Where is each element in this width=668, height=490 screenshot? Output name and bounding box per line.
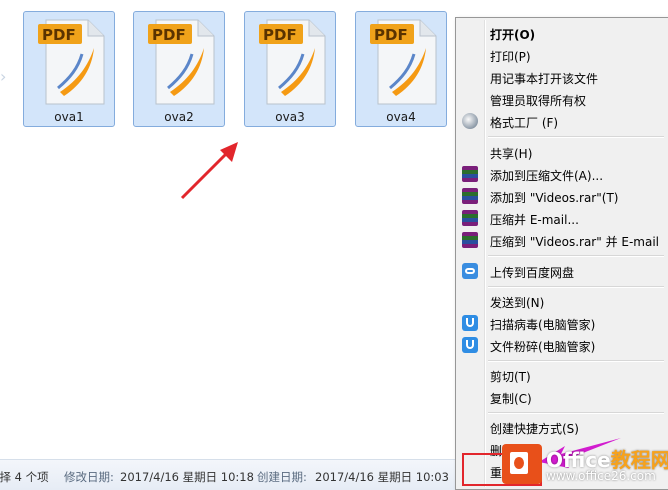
menu-item-label: 发送到(N) [490, 296, 545, 310]
menu-item-label: 打开(O) [490, 28, 536, 42]
menu-item-label: 格式工厂 (F) [490, 116, 559, 130]
menu-separator [488, 255, 664, 257]
menu-item-baidu-upload[interactable]: 上传到百度网盘 [458, 260, 666, 282]
pc-manager-icon [462, 337, 478, 353]
annotation-arrow-icon [180, 142, 238, 200]
context-menu: 打开(O) 打印(P) 用记事本打开该文件 管理员取得所有权 格式工厂 (F) … [455, 17, 668, 490]
file-item-ova2[interactable]: PDF ova2 [133, 11, 225, 127]
pdf-badge: PDF [263, 26, 297, 44]
menu-item-label: 添加到 "Videos.rar"(T) [490, 191, 619, 205]
menu-item-compress-email[interactable]: 压缩并 E-mail... [458, 207, 666, 229]
menu-item-label: 压缩并 E-mail... [490, 213, 579, 227]
pdf-file-icon: PDF [370, 19, 437, 105]
menu-separator [488, 286, 664, 288]
modified-date-label: 修改日期: [64, 470, 114, 484]
pdf-file-icon: PDF [38, 19, 105, 105]
baidu-netdisk-icon [462, 263, 478, 279]
menu-item-add-archive[interactable]: 添加到压缩文件(A)... [458, 163, 666, 185]
pdf-badge: PDF [152, 26, 186, 44]
menu-item-label: 打印(P) [490, 50, 531, 64]
menu-item-label: 创建快捷方式(S) [490, 422, 579, 436]
menu-item-label: 剪切(T) [490, 370, 531, 384]
menu-item-label: 复制(C) [490, 392, 532, 406]
file-item-ova4[interactable]: PDF ova4 [355, 11, 447, 127]
file-name: ova3 [275, 110, 305, 124]
menu-item-share[interactable]: 共享(H) [458, 141, 666, 163]
menu-item-label: 添加到压缩文件(A)... [490, 169, 604, 183]
selection-count: 选择 4 个项 [0, 470, 49, 484]
menu-item-add-to-videos-rar[interactable]: 添加到 "Videos.rar"(T) [458, 185, 666, 207]
winrar-icon [462, 210, 478, 226]
menu-item-scan-virus[interactable]: 扫描病毒(电脑管家) [458, 312, 666, 334]
pdf-badge: PDF [374, 26, 408, 44]
menu-item-cut[interactable]: 剪切(T) [458, 364, 666, 386]
menu-item-compress-videos-email[interactable]: 压缩到 "Videos.rar" 并 E-mail [458, 229, 666, 251]
pc-manager-icon [462, 315, 478, 331]
menu-item-send-to[interactable]: 发送到(N) [458, 290, 666, 312]
file-item-ova1[interactable]: PDF ova1 [23, 11, 115, 127]
created-date-value: 2017/4/16 星期日 10:03 [315, 470, 449, 484]
menu-item-label: 共享(H) [490, 147, 533, 161]
menu-item-open-notepad[interactable]: 用记事本打开该文件 [458, 66, 666, 88]
winrar-icon [462, 188, 478, 204]
menu-item-format-factory[interactable]: 格式工厂 (F) [458, 110, 666, 132]
menu-item-take-ownership[interactable]: 管理员取得所有权 [458, 88, 666, 110]
file-item-ova3[interactable]: PDF ova3 [244, 11, 336, 127]
file-name: ova4 [386, 110, 416, 124]
created-date-label: 创建日期: [257, 470, 307, 484]
file-name: ova1 [54, 110, 84, 124]
menu-item-print[interactable]: 打印(P) [458, 44, 666, 66]
menu-item-open[interactable]: 打开(O) [458, 22, 666, 44]
watermark-url: www.office26.com [546, 469, 656, 483]
menu-item-label: 压缩到 "Videos.rar" 并 E-mail [490, 235, 660, 249]
menu-item-shred-file[interactable]: 文件粉碎(电脑管家) [458, 334, 666, 356]
menu-item-copy[interactable]: 复制(C) [458, 386, 666, 408]
format-factory-icon [462, 113, 478, 129]
menu-separator [488, 360, 664, 362]
menu-separator [488, 412, 664, 414]
menu-item-label: 用记事本打开该文件 [490, 72, 599, 86]
office-logo-icon [502, 444, 542, 484]
menu-item-label: 管理员取得所有权 [490, 94, 587, 108]
menu-separator [488, 136, 664, 138]
modified-date-value: 2017/4/16 星期日 10:18 [120, 470, 254, 484]
pdf-badge: PDF [42, 26, 76, 44]
pdf-file-icon: PDF [148, 19, 215, 105]
site-watermark: Office教程网 www.office26.com [500, 440, 668, 490]
menu-item-create-shortcut[interactable]: 创建快捷方式(S) [458, 416, 666, 438]
menu-item-label: 上传到百度网盘 [490, 266, 575, 280]
menu-item-label: 文件粉碎(电脑管家) [490, 340, 596, 354]
winrar-icon [462, 166, 478, 182]
file-name: ova2 [164, 110, 194, 124]
pdf-file-icon: PDF [259, 19, 326, 105]
collapse-arrow-icon[interactable]: › [0, 66, 8, 88]
winrar-icon [462, 232, 478, 248]
menu-item-label: 扫描病毒(电脑管家) [490, 318, 596, 332]
